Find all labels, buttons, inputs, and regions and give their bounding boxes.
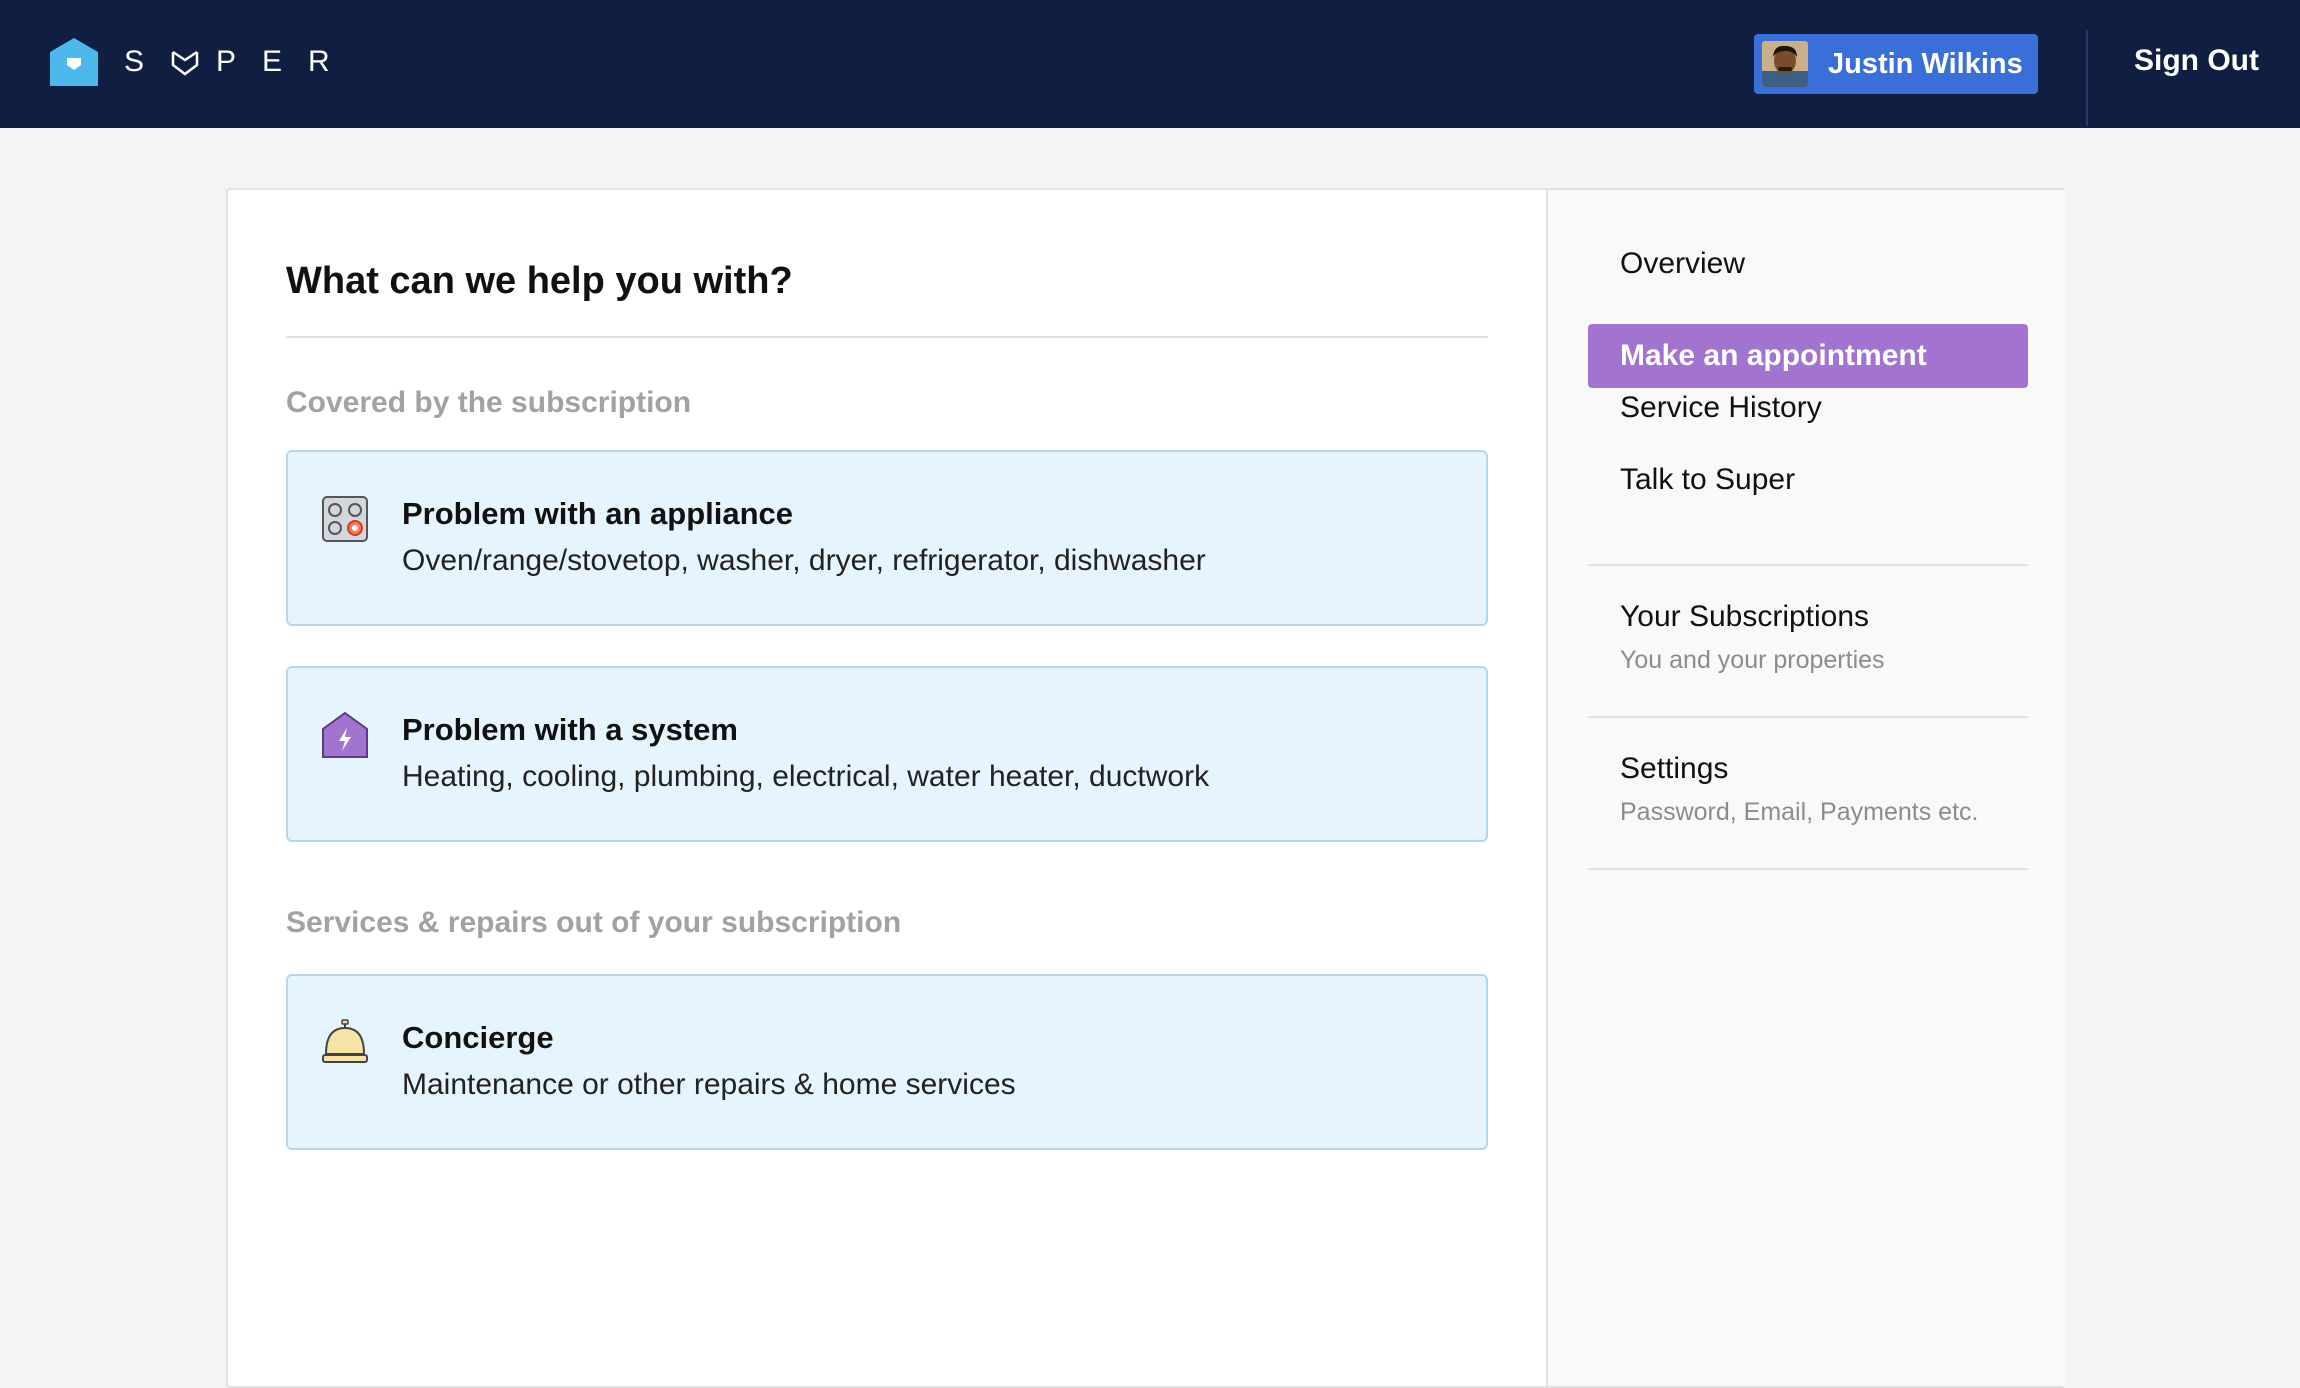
brand-letter: E <box>262 45 283 78</box>
option-description: Heating, cooling, plumbing, electrical, … <box>402 760 1210 793</box>
sidebar-item-talk-to-super[interactable]: Talk to Super <box>1588 448 2028 512</box>
title-divider <box>286 336 1488 338</box>
sign-out-button[interactable]: Sign Out <box>2134 44 2259 78</box>
sidebar-item-settings[interactable]: Settings Password, Email, Payments etc. <box>1620 752 1978 827</box>
settings-subtitle: Password, Email, Payments etc. <box>1620 798 1979 826</box>
section-label-covered: Covered by the subscription <box>286 386 692 419</box>
user-profile-button[interactable]: Justin Wilkins <box>1754 34 2038 94</box>
sidebar-divider <box>1588 716 2028 718</box>
section-label-out-of-subscription: Services & repairs out of your subscript… <box>286 906 902 939</box>
option-title: Concierge <box>402 1020 554 1055</box>
header-divider <box>2086 30 2088 126</box>
option-title: Problem with an appliance <box>402 496 794 531</box>
main-column: What can we help you with? Covered by th… <box>228 190 1546 1386</box>
avatar-portrait-icon <box>1762 41 1808 87</box>
option-concierge[interactable]: Concierge Maintenance or other repairs &… <box>286 974 1488 1150</box>
option-description: Oven/range/stovetop, washer, dryer, refr… <box>402 544 1206 577</box>
brand-letter: P <box>216 45 237 78</box>
super-logo-icon[interactable] <box>48 36 100 88</box>
service-bell-icon <box>322 1019 368 1063</box>
option-appliance-problem[interactable]: Problem with an appliance Oven/range/sto… <box>286 450 1488 626</box>
sidebar-item-overview[interactable]: Overview <box>1588 232 2028 296</box>
sidebar-item-service-history[interactable]: Service History <box>1588 376 2028 440</box>
option-description: Maintenance or other repairs & home serv… <box>402 1068 1016 1101</box>
content-card: What can we help you with? Covered by th… <box>226 188 2066 1388</box>
user-avatar <box>1762 41 1808 87</box>
brand-letter: R <box>308 45 330 78</box>
sidebar-item-subscriptions[interactable]: Your Subscriptions You and your properti… <box>1620 600 1885 675</box>
brand-wordmark: S P E R <box>124 44 354 80</box>
stovetop-icon <box>322 496 368 542</box>
sidebar-divider <box>1588 564 2028 566</box>
option-system-problem[interactable]: Problem with a system Heating, cooling, … <box>286 666 1488 842</box>
settings-title: Settings <box>1620 752 1729 785</box>
option-title: Problem with a system <box>402 712 738 747</box>
subscriptions-subtitle: You and your properties <box>1620 646 1885 674</box>
sidebar: Overview Make an appointment Service His… <box>1546 190 2066 1386</box>
page-title: What can we help you with? <box>286 260 793 302</box>
house-lightning-icon <box>322 711 368 758</box>
brand-letter-u-shield-icon <box>171 50 199 76</box>
sidebar-divider <box>1588 868 2028 870</box>
subscriptions-title: Your Subscriptions <box>1620 600 1870 633</box>
top-navigation-bar: S P E R Justin Wilkins Sign Out <box>0 0 2300 128</box>
brand-letter: S <box>124 45 145 78</box>
user-name: Justin Wilkins <box>1828 47 2023 80</box>
